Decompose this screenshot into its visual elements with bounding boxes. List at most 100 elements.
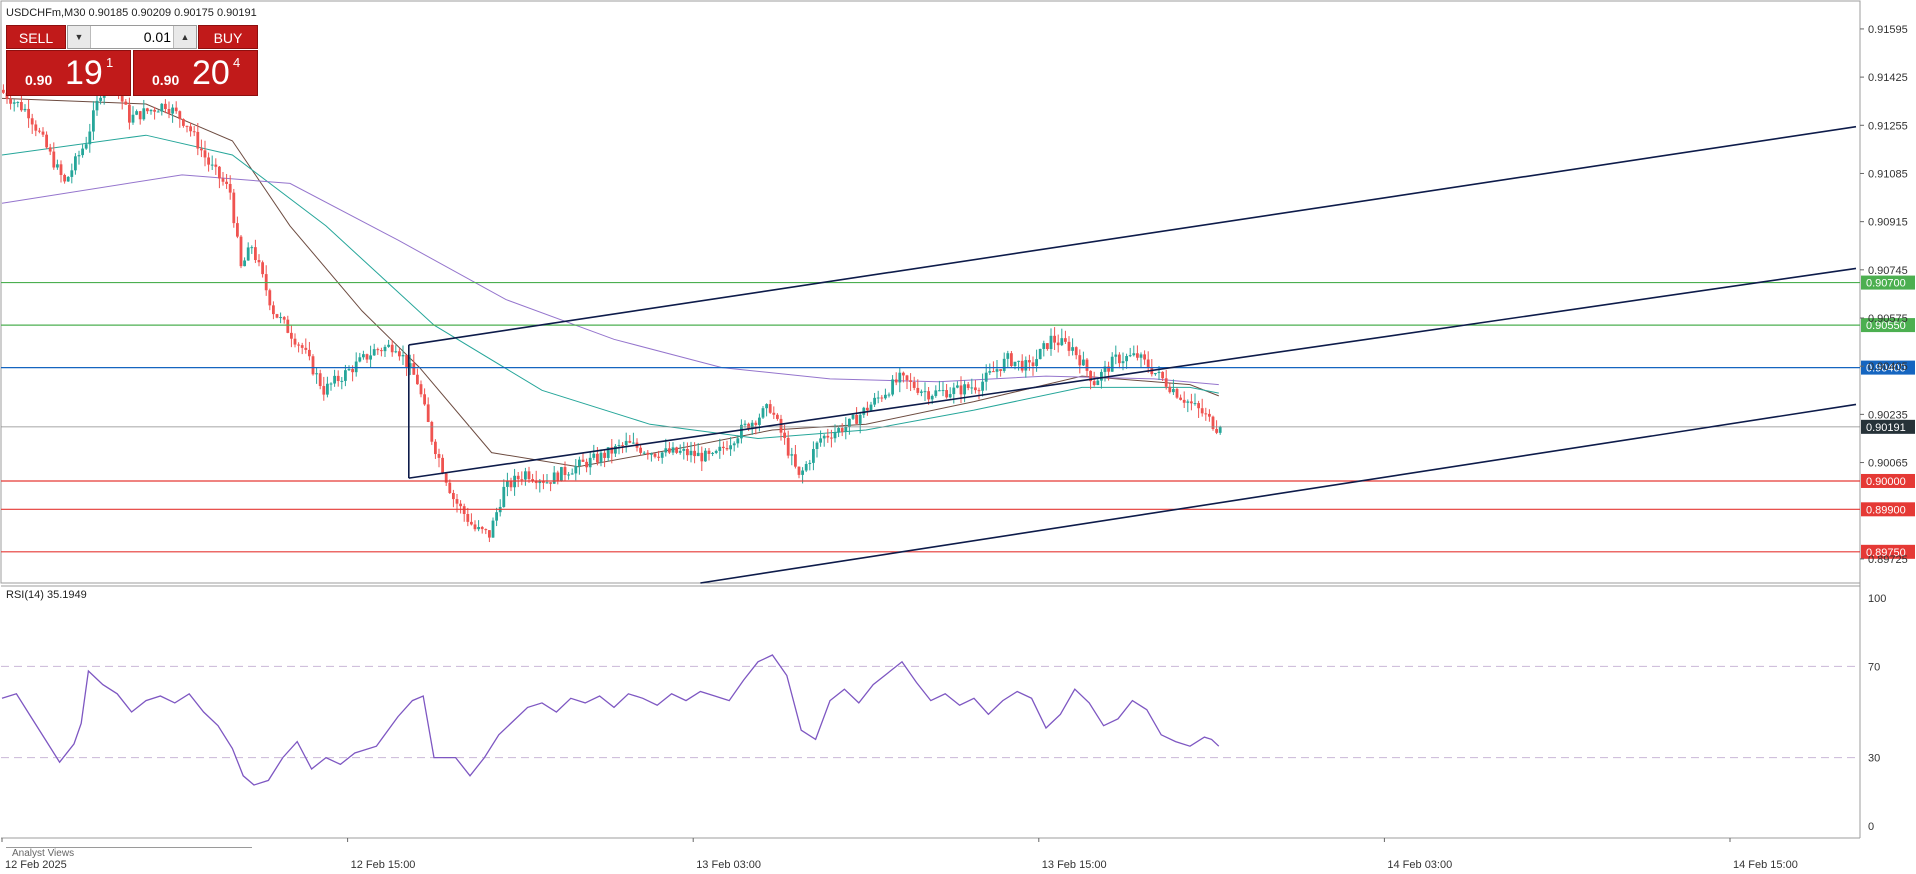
- candle-body: [909, 380, 912, 382]
- candle-body: [707, 450, 711, 454]
- lot-increase-button[interactable]: ▲: [173, 26, 196, 48]
- sell-price-display[interactable]: 0.90 19 1: [6, 50, 131, 96]
- candle-body: [920, 391, 923, 393]
- candle-body: [1161, 371, 1164, 379]
- candle-body: [164, 103, 167, 110]
- candle-body: [430, 421, 434, 442]
- rsi-tick-label: 100: [1868, 593, 1886, 605]
- chart-canvas[interactable]: 0.907000.905500.904000.901910.900000.899…: [0, 0, 1916, 874]
- candle-body: [45, 134, 48, 148]
- candle-body: [362, 354, 365, 358]
- candle-body: [675, 447, 678, 453]
- candle-body: [1064, 338, 1067, 342]
- candle-body: [1218, 426, 1222, 433]
- candle-body: [1010, 353, 1013, 366]
- buy-price-prefix: 0.90: [152, 72, 180, 88]
- price-tick-label: 0.91255: [1868, 120, 1908, 132]
- candle-body: [844, 426, 848, 433]
- level-price-tag-text: 0.90700: [1866, 278, 1906, 290]
- candle-body: [160, 103, 164, 112]
- rsi-tick-label: 70: [1868, 661, 1880, 673]
- candle-body: [311, 356, 315, 375]
- candle-body: [617, 445, 621, 447]
- candle-body: [84, 144, 88, 149]
- price-tick-label: 0.90915: [1868, 217, 1908, 229]
- candle-body: [146, 108, 149, 112]
- candle-body: [131, 114, 135, 123]
- candle-body: [556, 472, 560, 482]
- candle-body: [1085, 359, 1089, 371]
- candle-body: [77, 155, 81, 157]
- candle-body: [491, 520, 495, 538]
- candle-body: [38, 130, 41, 132]
- candle-body: [239, 236, 243, 267]
- candle-body: [902, 372, 905, 376]
- candle-body: [372, 349, 376, 356]
- sell-button[interactable]: SELL: [6, 25, 66, 49]
- candle-body: [880, 397, 884, 399]
- lot-size-input[interactable]: [91, 27, 175, 47]
- candle-body: [992, 371, 995, 373]
- candle-body: [95, 100, 99, 111]
- candle-body: [135, 111, 138, 115]
- candle-body: [891, 379, 894, 395]
- candle-body: [516, 475, 520, 480]
- candle-body: [995, 369, 999, 372]
- candle-body: [81, 148, 84, 156]
- candle-body: [34, 124, 38, 131]
- candle-body: [304, 347, 308, 350]
- candle-body: [660, 452, 664, 458]
- candle-body: [801, 470, 804, 475]
- candle-body: [628, 440, 632, 443]
- buy-price-display[interactable]: 0.90 20 4: [133, 50, 258, 96]
- candle-body: [192, 131, 196, 133]
- candle-body: [1017, 360, 1020, 362]
- candle-body: [974, 387, 977, 391]
- buy-button[interactable]: BUY: [198, 25, 258, 49]
- candle-body: [560, 467, 563, 482]
- candle-body: [596, 453, 599, 463]
- candle-body: [704, 450, 707, 462]
- price-tick-label: 0.90745: [1868, 265, 1908, 277]
- candle-body: [347, 369, 351, 371]
- candle: [560, 466, 563, 482]
- price-tick-label: 0.90065: [1868, 458, 1908, 470]
- candle-body: [794, 454, 797, 467]
- candle-body: [390, 344, 394, 353]
- candle-body: [1038, 348, 1042, 360]
- lot-decrease-button[interactable]: ▼: [68, 26, 91, 48]
- candle-body: [27, 108, 30, 119]
- time-tick-label: 14 Feb 15:00: [1733, 859, 1798, 871]
- candle-body: [1006, 353, 1010, 359]
- candle-body: [459, 503, 462, 507]
- candle-body: [542, 481, 545, 483]
- analyst-views-tab[interactable]: Analyst Views: [6, 847, 252, 860]
- candle-body: [585, 461, 588, 468]
- candle-body: [671, 447, 675, 453]
- candle-body: [1139, 354, 1143, 358]
- candle-body: [1215, 428, 1218, 433]
- candle-body: [743, 423, 747, 425]
- candle-body: [981, 381, 984, 391]
- one-click-trade-panel: SELL ▼ ▲ BUY 0.90 19 1 0.90 20 4: [6, 25, 258, 96]
- candle-body: [185, 125, 189, 127]
- candle-body: [603, 452, 606, 458]
- candle-body: [383, 346, 387, 352]
- candle-body: [855, 414, 858, 424]
- candle-body: [1157, 371, 1161, 374]
- candle-body: [1067, 341, 1071, 351]
- candle-body: [56, 164, 59, 168]
- candle-body: [1132, 353, 1136, 356]
- candle-body: [977, 390, 981, 392]
- candle-body: [927, 391, 930, 400]
- candle-body: [473, 524, 477, 530]
- candle-body: [1078, 355, 1082, 366]
- candle-body: [1114, 354, 1118, 357]
- candle: [232, 188, 236, 228]
- candle-body: [711, 452, 714, 454]
- candle-body: [1182, 399, 1186, 403]
- candle-body: [354, 361, 358, 373]
- candle-body: [678, 450, 682, 453]
- price-tick-label: 0.91595: [1868, 24, 1908, 36]
- candle-body: [1002, 358, 1006, 371]
